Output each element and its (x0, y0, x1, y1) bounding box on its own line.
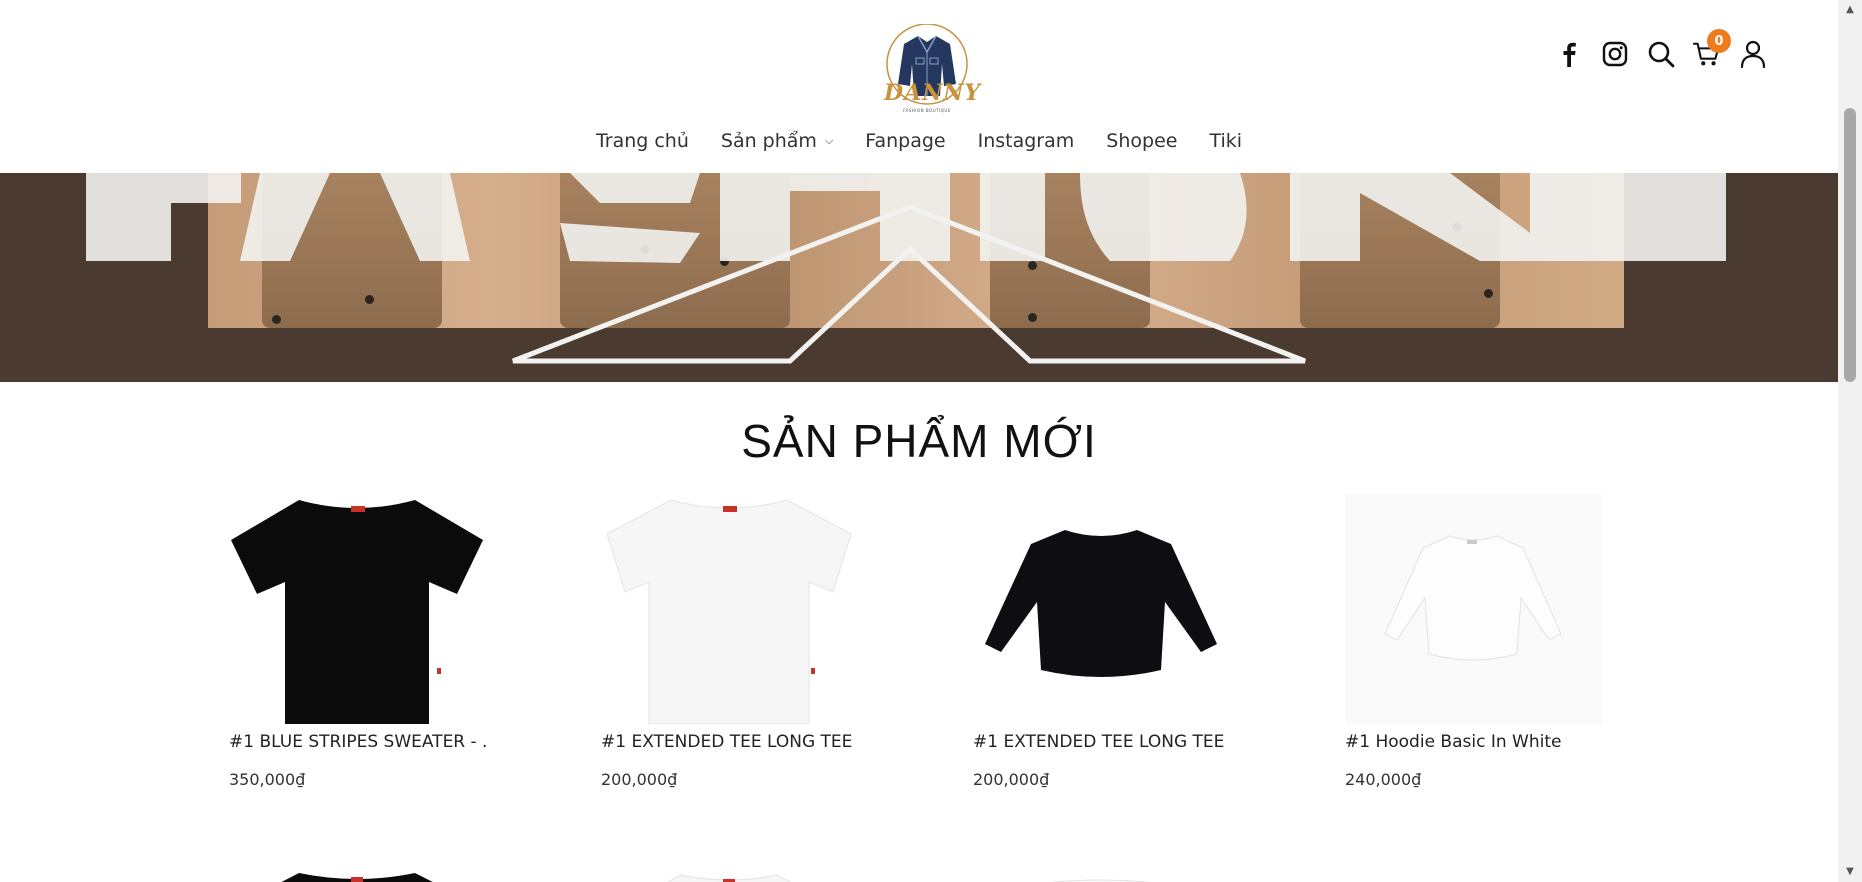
cart-count-badge: 0 (1707, 29, 1731, 53)
nav-label: Trang chủ (595, 130, 689, 152)
nav-item-fanpage[interactable]: Fanpage (849, 126, 961, 156)
product-card[interactable] (1345, 849, 1602, 882)
product-image[interactable] (601, 849, 858, 882)
scroll-up-arrow-icon[interactable]: ▲ (1844, 4, 1856, 16)
product-price: 200,000₫ (601, 770, 678, 789)
instagram-icon[interactable] (1601, 40, 1629, 68)
product-card[interactable]: #1 EXTENDED TEE LONG TEE -... 200,000₫ (973, 494, 1230, 789)
product-image[interactable] (1345, 849, 1602, 882)
tshirt-black-icon (281, 873, 433, 882)
nav-label: Instagram (977, 130, 1075, 152)
site-header: DANNY FASHION BOUTIQUE Trang chủ Sản phẩ… (0, 0, 1838, 173)
product-name[interactable]: #1 EXTENDED TEE LONG TEE -... (601, 732, 858, 756)
nav-label: Shopee (1106, 130, 1178, 152)
header-icons: 0 (1555, 29, 1767, 68)
page: DANNY FASHION BOUTIQUE Trang chủ Sản phẩ… (0, 0, 1838, 882)
longsleeve-black-icon (985, 530, 1217, 677)
product-grid: #1 BLUE STRIPES SWEATER - ... 350,000₫ #… (229, 494, 1619, 882)
product-name[interactable]: #1 Hoodie Basic In White (1345, 732, 1602, 756)
product-price: 240,000₫ (1345, 770, 1422, 789)
section-title: SẢN PHẨM MỚI (741, 415, 1097, 467)
tshirt-white-icon (666, 874, 792, 882)
product-image[interactable] (973, 849, 1230, 882)
nav-label: Fanpage (865, 130, 946, 152)
page-scrollbar[interactable]: ▲ ▼ (1838, 0, 1862, 882)
product-image[interactable] (973, 494, 1230, 724)
product-name[interactable]: #1 BLUE STRIPES SWEATER - ... (229, 732, 486, 756)
scroll-down-arrow-icon[interactable]: ▼ (1844, 866, 1856, 878)
longsleeve-white-icon (1384, 535, 1562, 661)
product-card[interactable] (229, 849, 486, 882)
nav-label: Sản phẩm (720, 130, 817, 152)
product-price: 350,000₫ (229, 770, 306, 789)
product-image[interactable] (1345, 494, 1602, 724)
longsleeve-black-icon (1345, 849, 1602, 882)
product-name[interactable]: #1 EXTENDED TEE LONG TEE -... (973, 732, 1230, 756)
product-card[interactable]: #1 BLUE STRIPES SWEATER - ... 350,000₫ (229, 494, 486, 789)
logo-subtitle: FASHION BOUTIQUE (903, 108, 951, 113)
logo-text: DANNY (884, 80, 982, 106)
nav-item-tiki[interactable]: Tiki (1193, 126, 1258, 156)
facebook-icon[interactable] (1555, 40, 1583, 68)
chevron-down-icon: ⌵ (824, 134, 834, 147)
tshirt-white-icon (606, 499, 852, 724)
cart-icon[interactable]: 0 (1693, 29, 1731, 68)
product-card[interactable]: #1 EXTENDED TEE LONG TEE -... 200,000₫ (601, 494, 858, 789)
product-card[interactable]: #1 Hoodie Basic In White 240,000₫ (1345, 494, 1602, 789)
product-card[interactable] (973, 849, 1230, 882)
nav-item-products[interactable]: Sản phẩm ⌵ (705, 126, 849, 156)
nav-item-instagram[interactable]: Instagram (962, 126, 1091, 156)
product-card[interactable] (601, 849, 858, 882)
scroll-thumb[interactable] (1844, 108, 1856, 382)
product-price: 200,000₫ (973, 770, 1050, 789)
main-nav: Trang chủ Sản phẩm ⌵ Fanpage Instagram Sh… (0, 126, 1838, 156)
search-icon[interactable] (1647, 40, 1675, 68)
product-image[interactable] (229, 494, 486, 724)
nav-item-shopee[interactable]: Shopee (1090, 126, 1193, 156)
longsleeve-white-icon (1050, 879, 1152, 882)
nav-label: Tiki (1209, 130, 1243, 152)
product-image[interactable] (229, 849, 486, 882)
banner-fashion-letters (86, 173, 1726, 364)
tshirt-black-icon (231, 500, 483, 724)
product-image[interactable] (601, 494, 858, 724)
hero-banner[interactable] (0, 173, 1838, 382)
nav-item-home[interactable]: Trang chủ (580, 126, 705, 156)
user-icon[interactable] (1739, 40, 1767, 68)
brand-logo[interactable]: DANNY FASHION BOUTIQUE (884, 23, 982, 116)
